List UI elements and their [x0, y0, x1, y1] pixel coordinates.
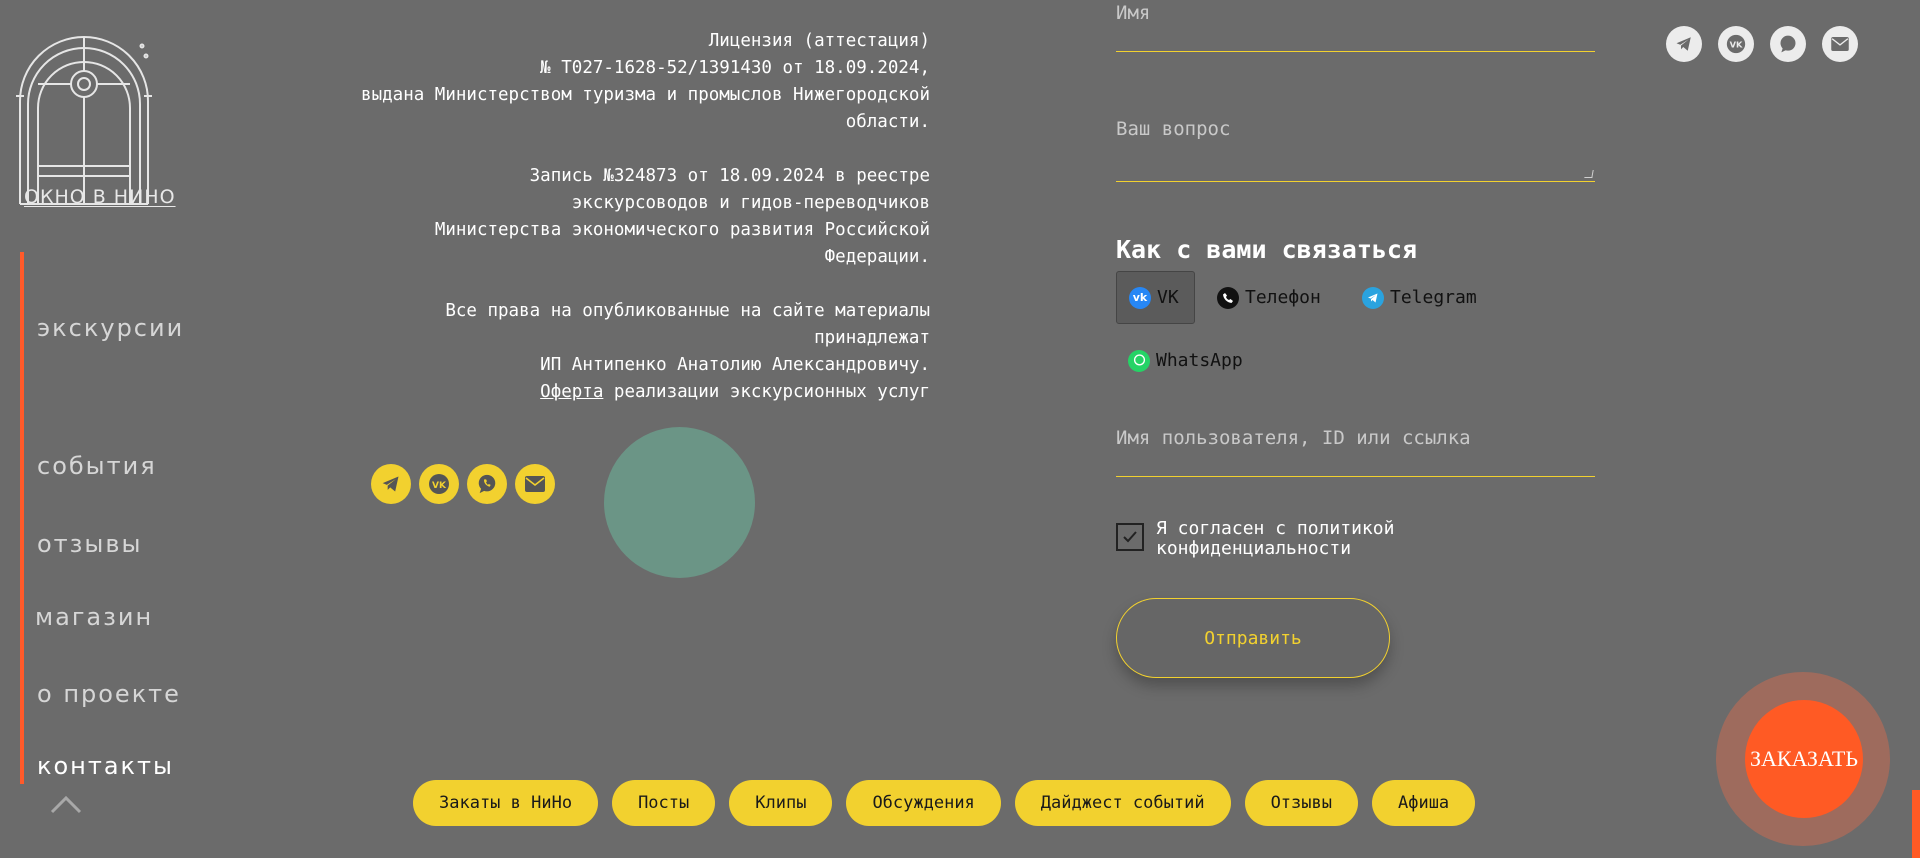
- nav-item-events[interactable]: события: [37, 452, 157, 480]
- logo-arch-window-icon: [16, 36, 152, 205]
- nav-item-shop[interactable]: магазин: [35, 603, 153, 631]
- method-phone[interactable]: Телефон: [1205, 271, 1333, 324]
- license-info: Лицензия (аттестация) № Т027-1628-52/139…: [300, 28, 930, 406]
- vk-icon[interactable]: VK: [1718, 26, 1754, 62]
- pill-digest[interactable]: Дайджест событий: [1014, 780, 1231, 826]
- submit-button[interactable]: Отправить: [1116, 598, 1390, 678]
- telegram-icon[interactable]: [371, 464, 411, 504]
- vk-icon[interactable]: VK: [419, 464, 459, 504]
- registry-paragraph: Запись №324873 от 18.09.2024 в реестре э…: [434, 166, 930, 267]
- whatsapp-icon: [1128, 349, 1150, 372]
- telegram-icon: [1362, 286, 1384, 309]
- pill-posts[interactable]: Посты: [612, 780, 716, 826]
- mail-icon[interactable]: [515, 464, 555, 504]
- name-input[interactable]: Имя: [1116, 0, 1595, 52]
- pill-afisha[interactable]: Афиша: [1371, 780, 1476, 826]
- consent-label: Я согласен с политикой конфиденциальност…: [1156, 518, 1395, 559]
- pill-discussions[interactable]: Обсуждения: [846, 780, 1001, 826]
- contact-method-title: Как с вами связаться: [1116, 235, 1418, 264]
- nav-item-excursions[interactable]: экскурсии: [37, 314, 184, 342]
- whatsapp-icon[interactable]: [467, 464, 507, 504]
- pill-sunsets[interactable]: Закаты в НиНо: [413, 780, 599, 826]
- scrollbar-thumb[interactable]: [1912, 790, 1920, 858]
- bottom-links: Закаты в НиНо Посты Клипы Обсуждения Дай…: [413, 780, 1476, 826]
- footer-socials: VK: [371, 464, 555, 504]
- order-button[interactable]: ЗАКАЗАТЬ: [1745, 700, 1863, 818]
- pill-clips[interactable]: Клипы: [729, 780, 833, 826]
- offer-link[interactable]: Оферта: [540, 382, 603, 402]
- username-input[interactable]: Имя пользователя, ID или ссылка: [1116, 427, 1595, 477]
- mail-icon[interactable]: [1822, 26, 1858, 62]
- rights-paragraph: Все права на опубликованные на сайте мат…: [445, 301, 930, 402]
- license-paragraph: Лицензия (аттестация) № Т027-1628-52/139…: [361, 31, 930, 132]
- consent-checkbox[interactable]: [1116, 523, 1144, 551]
- svg-text:VK: VK: [432, 481, 447, 491]
- svg-text:VK: VK: [1730, 40, 1743, 50]
- nav-progress-line: [20, 252, 24, 784]
- method-telegram[interactable]: Telegram: [1350, 271, 1489, 324]
- question-textarea[interactable]: Ваш вопрос: [1116, 118, 1595, 182]
- resize-handle-icon[interactable]: [1584, 170, 1594, 178]
- nav-item-reviews[interactable]: отзывы: [37, 530, 142, 558]
- checkmark-icon: [1123, 531, 1137, 543]
- whatsapp-icon[interactable]: [1770, 26, 1806, 62]
- method-vk[interactable]: vk VK: [1116, 271, 1195, 324]
- nav-item-contacts[interactable]: контакты: [37, 752, 174, 780]
- header-socials: VK: [1666, 26, 1858, 62]
- decorative-circle: [604, 427, 755, 578]
- nav-item-about[interactable]: о проекте: [37, 680, 181, 708]
- chevron-up-icon[interactable]: [50, 792, 82, 814]
- method-whatsapp[interactable]: WhatsApp: [1116, 334, 1255, 387]
- telegram-icon[interactable]: [1666, 26, 1702, 62]
- pill-reviews[interactable]: Отзывы: [1244, 780, 1358, 826]
- logo-text[interactable]: ОКНО В НИНО: [24, 186, 176, 208]
- phone-icon: [1217, 286, 1239, 309]
- question-placeholder: Ваш вопрос: [1116, 118, 1231, 140]
- vk-icon: vk: [1129, 286, 1151, 309]
